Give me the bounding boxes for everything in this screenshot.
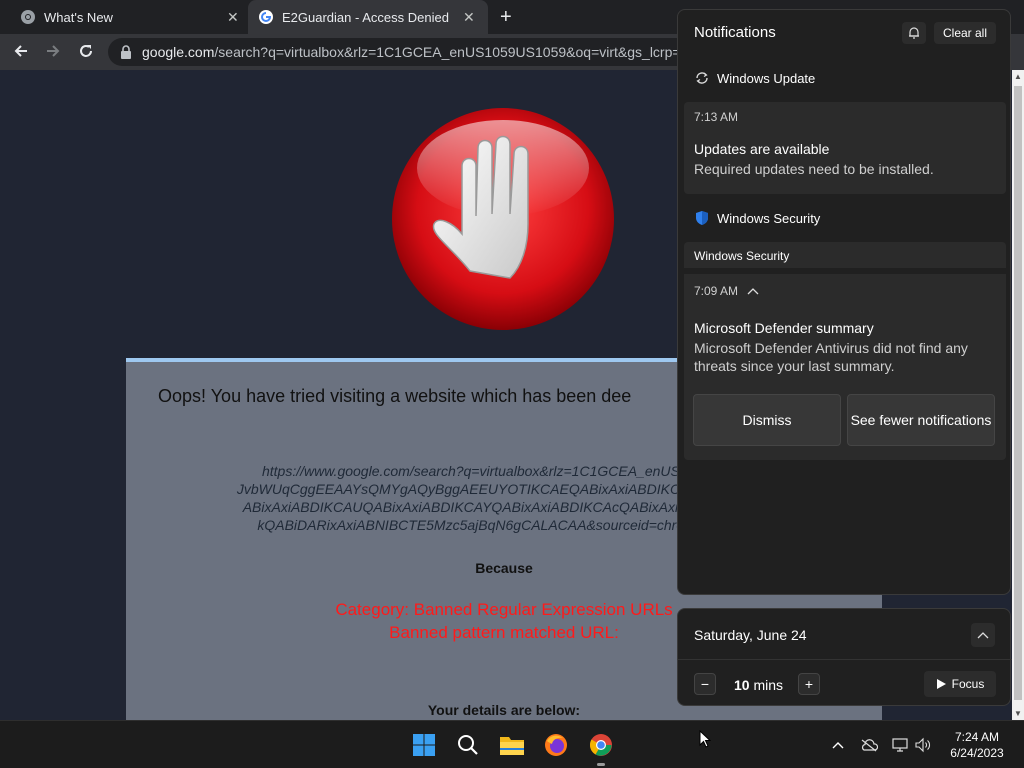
do-not-disturb-button[interactable] [902,22,926,44]
onedrive-icon [861,739,878,752]
url-path: /search?q=virtualbox&rlz=1C1GCEA_enUS105… [214,44,681,60]
tab-whats-new[interactable]: What's New ✕ [20,0,250,34]
page-scrollbar[interactable]: ▲ ▼ [1012,70,1024,720]
taskbar: 7:24 AM 6/24/2023 [0,720,1024,768]
focus-button[interactable]: Focus [924,671,996,697]
chevron-up-icon [832,742,844,749]
focus-duration: 10 mins [734,677,783,693]
focus-minutes: 10 [734,677,750,693]
network-button[interactable] [890,735,910,755]
notification-card-update[interactable]: 7:13 AM Updates are available Required u… [684,102,1006,194]
google-favicon-icon [259,10,273,24]
notification-body: Required updates need to be installed. [694,161,934,177]
play-icon [936,679,946,689]
shield-icon [694,210,710,226]
mouse-cursor-icon [699,730,711,748]
scroll-down-icon[interactable]: ▼ [1012,709,1024,718]
reload-icon[interactable] [77,42,95,60]
stop-hand-icon [392,108,614,330]
notification-body: Microsoft Defender Antivirus did not fin… [694,340,968,374]
taskbar-clock[interactable]: 7:24 AM 6/24/2023 [942,729,1012,761]
chevron-up-icon [977,632,989,639]
page-heading: Oops! You have tried visiting a website … [158,386,632,406]
group-title-label: Windows Security [717,210,821,226]
search-button[interactable] [454,731,482,759]
focus-button-label: Focus [951,677,985,691]
calendar-flyout: Saturday, June 24 − 10 mins + Focus [677,608,1012,706]
start-icon [413,734,435,756]
scroll-thumb[interactable] [1014,86,1022,700]
start-button[interactable] [410,731,438,759]
calendar-date: Saturday, June 24 [694,627,807,643]
tab-close-icon[interactable]: ✕ [227,9,239,26]
calendar-expand-button[interactable] [971,623,995,647]
url-text: google.com/search?q=virtualbox&rlz=1C1GC… [142,44,681,60]
group-title-label: Windows Update [717,70,816,86]
show-hidden-icons-button[interactable] [828,735,848,755]
onedrive-button[interactable] [859,735,879,755]
sync-icon [694,70,710,86]
address-bar[interactable]: google.com/search?q=virtualbox&rlz=1C1GC… [108,38,728,66]
chrome-favicon-icon [21,10,35,24]
notifications-title: Notifications [694,24,776,41]
group-windows-update: Windows Update [694,70,815,86]
tab-e2guardian[interactable]: E2Guardian - Access Denied ✕ [248,0,488,34]
new-tab-button[interactable]: + [500,6,512,29]
dismiss-button[interactable]: Dismiss [693,394,841,446]
divider [678,659,1012,660]
file-explorer-button[interactable] [498,731,526,759]
search-icon [458,735,478,755]
forward-icon[interactable] [44,42,62,60]
notification-title: Microsoft Defender summary [694,320,874,336]
network-icon [892,738,908,752]
chevron-up-icon[interactable] [746,286,760,296]
tab-title: What's New [44,9,113,25]
active-app-indicator [597,763,605,766]
tab-close-icon[interactable]: ✕ [463,9,475,26]
lock-icon[interactable] [120,45,132,59]
bell-snooze-icon [909,27,919,39]
url-host: google.com [142,44,215,60]
volume-icon [915,737,930,753]
tab-title: E2Guardian - Access Denied [282,9,449,25]
notification-time: 7:09 AM [694,284,739,298]
clock-date: 6/24/2023 [950,746,1004,760]
focus-increase-button[interactable]: + [798,673,820,695]
notification-time: 7:13 AM [694,110,739,124]
focus-decrease-button[interactable]: − [694,673,716,695]
group-windows-security: Windows Security [694,210,820,226]
notification-time-row: 7:09 AM [694,284,760,298]
chrome-button[interactable] [587,731,615,759]
firefox-icon [545,734,567,756]
volume-button[interactable] [913,735,933,755]
notification-subgroup-header: Windows Security [684,242,1006,268]
firefox-button[interactable] [542,731,570,759]
focus-unit: mins [753,677,784,693]
scroll-up-icon[interactable]: ▲ [1012,72,1024,81]
back-icon[interactable] [12,42,30,60]
file-explorer-icon [500,737,524,755]
clock-time: 7:24 AM [954,730,1000,744]
clear-all-button[interactable]: Clear all [934,22,996,44]
notification-center: Notifications Clear all Windows Update 7… [677,9,1011,595]
see-fewer-button[interactable]: See fewer notifications [847,394,995,446]
chrome-icon [590,734,612,756]
notification-title: Updates are available [694,141,830,157]
